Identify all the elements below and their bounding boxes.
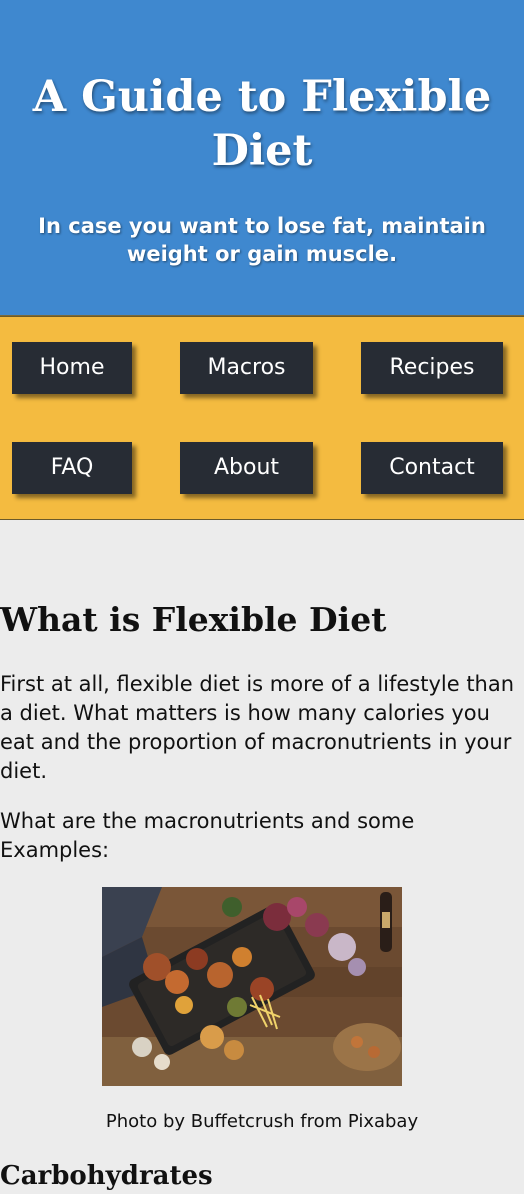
nav-about-button[interactable]: About: [180, 442, 313, 494]
photo-caption: Photo by Buffetcrush from Pixabay: [105, 1111, 419, 1132]
main-nav: Home Macros Recipes FAQ About Contact: [0, 316, 524, 520]
intro-paragraph: First at all, flexible diet is more of a…: [0, 672, 515, 783]
nav-macros-button[interactable]: Macros: [180, 342, 313, 394]
site-header: A Guide to Flexible Diet In case you wan…: [0, 0, 524, 316]
nav-home-button[interactable]: Home: [12, 342, 132, 394]
site-tagline: In case you want to lose fat, maintain w…: [38, 214, 486, 266]
section-heading: What is Flexible Diet: [0, 600, 387, 639]
food-photo: [102, 887, 402, 1086]
site-title: A Guide to Flexible Diet: [32, 72, 492, 176]
nav-faq-button[interactable]: FAQ: [12, 442, 132, 494]
carbohydrates-heading: Carbohydrates: [0, 1161, 213, 1191]
nav-recipes-button[interactable]: Recipes: [361, 342, 503, 394]
nav-contact-button[interactable]: Contact: [361, 442, 503, 494]
macros-intro-paragraph: What are the macronutrients and some Exa…: [0, 809, 415, 862]
